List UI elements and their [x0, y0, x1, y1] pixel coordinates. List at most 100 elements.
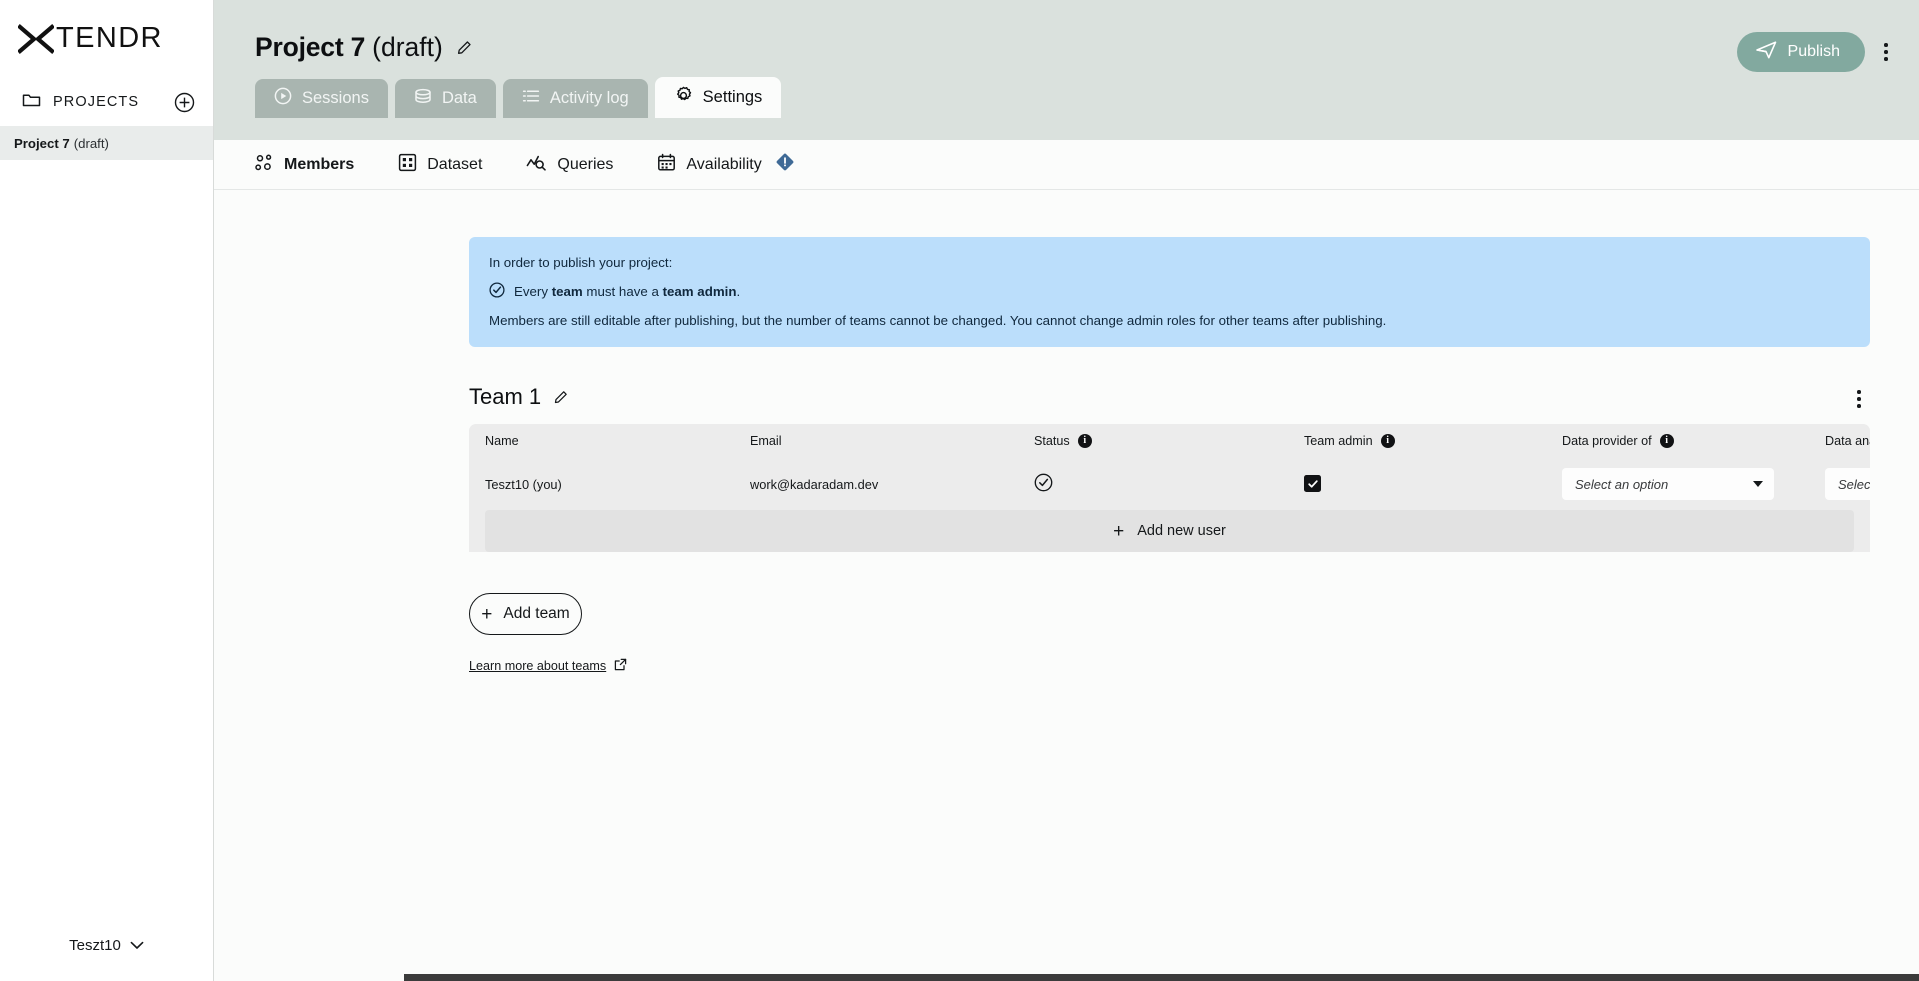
column-label: Status — [1034, 434, 1070, 448]
page-title-status: (draft) — [372, 32, 443, 62]
info-icon[interactable]: i — [1380, 434, 1395, 448]
members-table: Name Email Status i Team admin i Data pr… — [469, 424, 1870, 565]
add-new-user-label: Add new user — [1137, 523, 1226, 539]
project-status: (draft) — [73, 135, 109, 151]
member-status — [1034, 473, 1304, 495]
column-header-email: Email — [750, 434, 782, 448]
column-label: Data analyst of — [1825, 434, 1870, 448]
tab-settings[interactable]: Settings — [654, 77, 782, 118]
list-icon — [522, 87, 540, 110]
chevron-down-icon — [1753, 481, 1763, 487]
pencil-icon[interactable] — [456, 39, 473, 56]
brand-logo[interactable]: TENDR — [0, 0, 213, 78]
add-user-row-wrap: + Add new user — [469, 510, 1870, 552]
banner-bold-team: team — [551, 284, 583, 299]
add-team-label: Add team — [503, 605, 570, 622]
learn-more-about-teams-link[interactable]: Learn more about teams — [469, 658, 627, 674]
table-header-row: Name Email Status i Team admin i Data pr… — [469, 424, 1870, 458]
column-header-status: Status i — [1034, 434, 1304, 448]
tab-data[interactable]: Data — [394, 79, 496, 118]
member-email: work@kadaradam.dev — [750, 476, 879, 492]
calendar-icon — [657, 153, 676, 177]
send-icon — [1755, 41, 1777, 64]
column-header-name: Name — [485, 434, 519, 448]
subnav: Members Dataset Queries Availability — [214, 140, 1919, 190]
folder-icon — [22, 92, 41, 113]
member-data-analyst: Select an option — [1825, 468, 1870, 500]
team-name: Team 1 — [469, 384, 542, 409]
banner-bold-team-admin: team admin — [662, 284, 737, 299]
main-area: Project 7 (draft) Publish Sessions Data … — [214, 0, 1919, 981]
pencil-icon[interactable] — [553, 389, 569, 405]
subnav-label: Dataset — [427, 155, 483, 173]
user-menu[interactable]: Teszt10 — [0, 909, 213, 981]
column-header-data-analyst: Data analyst of i — [1825, 434, 1870, 448]
plus-icon: + — [1113, 520, 1125, 542]
plus-icon: + — [481, 603, 493, 625]
team-admin-checkbox[interactable] — [1304, 475, 1321, 493]
team-header: Team 1 — [469, 384, 1870, 410]
publish-label: Publish — [1787, 43, 1840, 60]
grid-icon — [398, 153, 417, 177]
tab-activity-log[interactable]: Activity log — [502, 79, 648, 118]
add-new-user-button[interactable]: + Add new user — [485, 510, 1854, 552]
banner-line-2: Every team must have a team admin. — [489, 282, 1850, 301]
banner-text-middle: must have a — [582, 284, 663, 299]
sidebar-item-project-7[interactable]: Project 7 (draft) — [0, 126, 213, 160]
external-link-icon — [614, 658, 627, 674]
member-name: Teszt10 (you) — [485, 476, 562, 492]
horizontal-scrollbar[interactable] — [404, 974, 1919, 981]
app-root: TENDR PROJECTS Project 7 (draft) Teszt10… — [0, 0, 1919, 981]
play-circle-icon — [274, 87, 292, 110]
subnav-item-dataset[interactable]: Dataset — [398, 153, 482, 177]
publish-button[interactable]: Publish — [1736, 32, 1865, 72]
kebab-menu-icon[interactable] — [1875, 39, 1897, 65]
plus-circle-icon[interactable] — [174, 92, 195, 113]
page-title-row: Project 7 (draft) — [214, 0, 1919, 63]
topbar-actions: Publish — [1736, 32, 1897, 72]
check-circle-icon — [1034, 473, 1053, 492]
column-header-data-provider: Data provider of i — [1562, 434, 1825, 448]
column-label: Data provider of — [1562, 434, 1652, 448]
subnav-item-members[interactable]: Members — [255, 154, 354, 176]
subnav-label: Queries — [557, 155, 614, 173]
x-logo-icon — [17, 23, 55, 54]
banner-text-prefix: Every — [514, 284, 552, 299]
data-analyst-value: Select an option — [1838, 476, 1870, 492]
banner-text-suffix: . — [736, 284, 741, 299]
tab-label: Data — [441, 89, 477, 107]
data-provider-select[interactable]: Select an option — [1562, 468, 1774, 500]
projects-label: PROJECTS — [53, 94, 140, 110]
project-name: Project 7 — [14, 135, 70, 151]
tab-sessions[interactable]: Sessions — [255, 79, 388, 118]
content-area: In order to publish your project: Every … — [214, 190, 1919, 981]
sidebar: TENDR PROJECTS Project 7 (draft) Teszt10 — [0, 0, 214, 981]
scrollbar-thumb[interactable] — [404, 974, 1919, 981]
banner-line-1: In order to publish your project: — [489, 255, 673, 270]
subnav-item-availability[interactable]: Availability — [657, 153, 794, 177]
gear-icon — [674, 86, 693, 110]
data-provider-value: Select an option — [1575, 476, 1669, 492]
subnav-item-queries[interactable]: Queries — [526, 153, 613, 176]
database-icon — [414, 87, 432, 110]
query-chart-icon — [526, 153, 547, 176]
brand-name: TENDR — [56, 22, 163, 54]
tab-label: Settings — [702, 88, 763, 106]
publish-requirements-banner: In order to publish your project: Every … — [469, 237, 1870, 347]
column-header-team-admin: Team admin i — [1304, 434, 1562, 448]
projects-header: PROJECTS — [0, 78, 213, 126]
info-icon[interactable]: i — [1077, 434, 1092, 448]
table-row: Teszt10 (you) work@kadaradam.dev Select … — [469, 458, 1870, 510]
user-name: Teszt10 — [69, 936, 121, 954]
check-circle-icon — [489, 282, 505, 301]
member-team-admin — [1304, 475, 1562, 493]
tab-label: Activity log — [549, 89, 629, 107]
topbar: Project 7 (draft) Publish Sessions Data … — [214, 0, 1919, 140]
data-analyst-select[interactable]: Select an option — [1825, 468, 1870, 500]
team-menu-icon[interactable] — [1848, 386, 1870, 412]
member-data-provider: Select an option — [1562, 468, 1825, 500]
info-icon[interactable]: i — [1659, 434, 1674, 448]
chevron-down-icon — [130, 937, 144, 954]
add-team-button[interactable]: + Add team — [469, 593, 582, 635]
